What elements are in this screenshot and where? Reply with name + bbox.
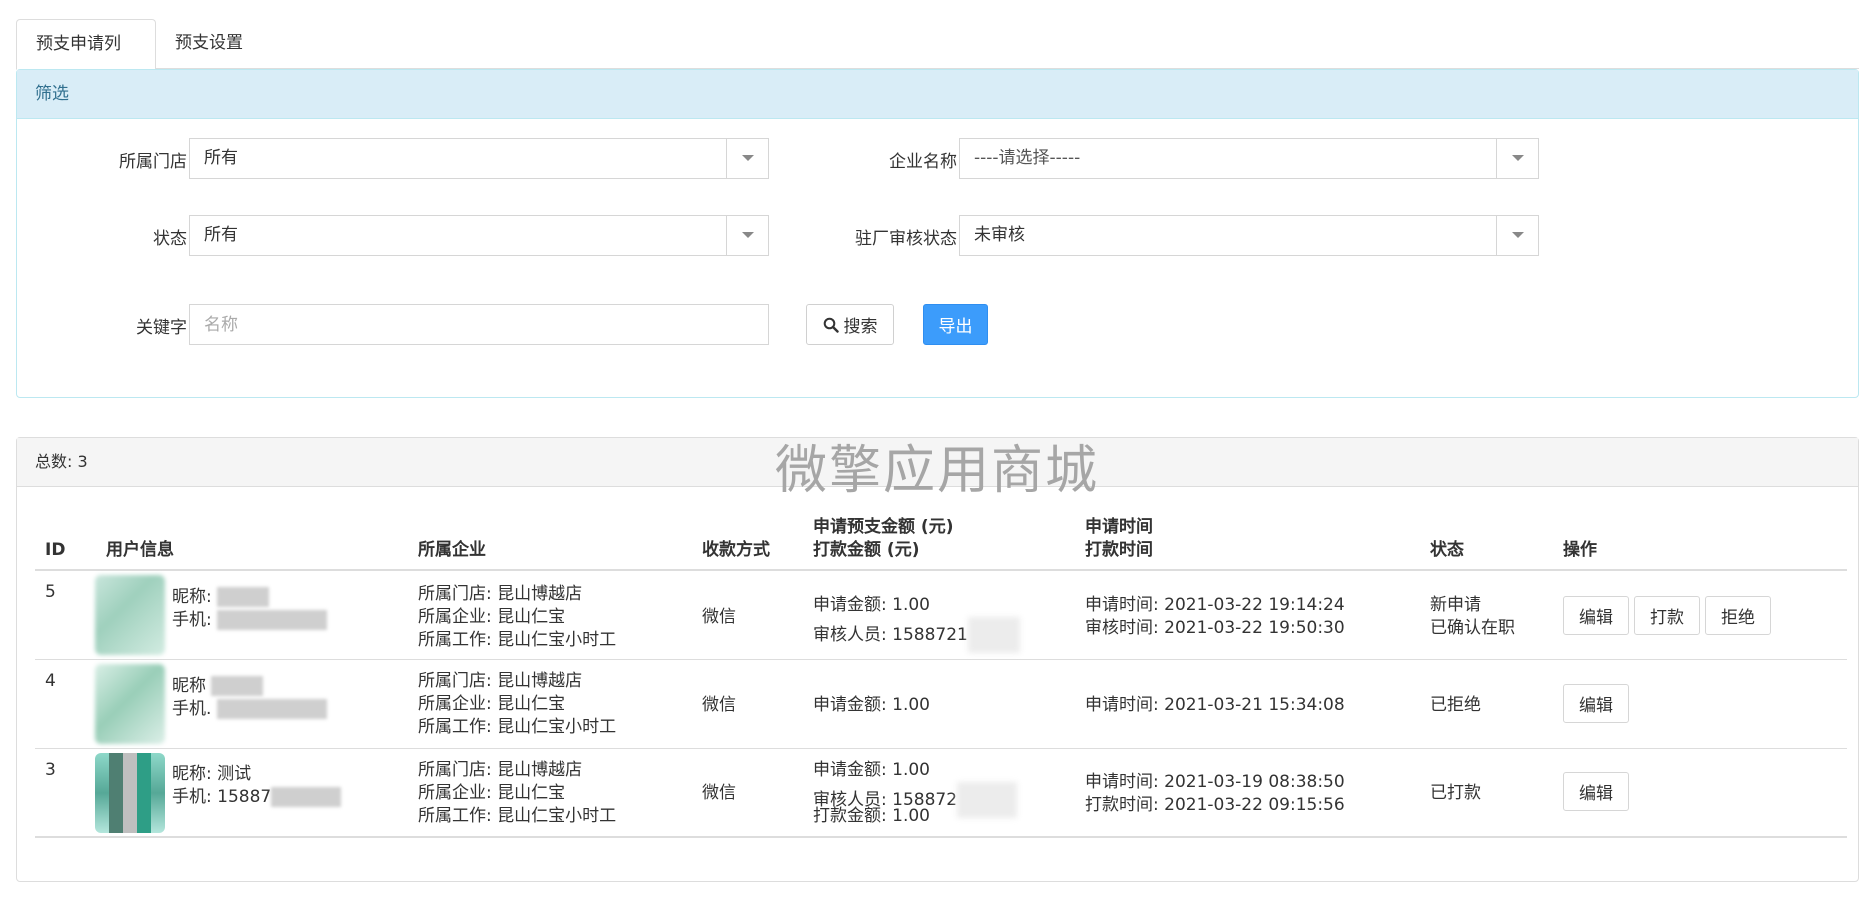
chevron-down-icon <box>1512 155 1524 161</box>
total-count: 总数: 3 <box>17 438 1858 487</box>
requests-table: ID 用户信息 所属企业 收款方式 申请预支金额 (元) 打款金额 (元) 申请… <box>35 505 1847 838</box>
store-label: 所属门店 <box>119 152 187 172</box>
user-phone: 手机: 15887 <box>172 786 342 809</box>
row-store: 所属门店: 昆山博越店 <box>418 584 583 604</box>
chevron-down-icon <box>742 232 754 238</box>
row-id: 4 <box>45 671 56 691</box>
user-phone: 手机: <box>172 609 328 632</box>
row-job: 所属工作: 昆山仁宝小时工 <box>418 806 617 826</box>
pay-button[interactable]: 打款 <box>1634 596 1700 635</box>
avatar <box>95 575 165 655</box>
filter-heading: 筛选 <box>17 70 1858 119</box>
row-id: 5 <box>45 582 56 602</box>
header-request-time: 申请时间 <box>1085 517 1153 537</box>
row-status-detail: 已确认在职 <box>1430 618 1515 638</box>
search-button-label: 搜索 <box>843 317 878 337</box>
reject-button[interactable]: 拒绝 <box>1705 596 1771 635</box>
table-header: ID 用户信息 所属企业 收款方式 申请预支金额 (元) 打款金额 (元) 申请… <box>35 505 1847 571</box>
header-amount-paid: 打款金额 (元) <box>813 540 920 560</box>
company-select[interactable]: ----请选择----- <box>959 138 1539 179</box>
row-pay-method: 微信 <box>702 783 736 803</box>
row-pay-time: 打款时间: 2021-03-22 09:15:56 <box>1085 795 1345 815</box>
store-select[interactable]: 所有 <box>189 138 769 179</box>
row-store: 所属门店: 昆山博越店 <box>418 671 583 691</box>
table-row: 3 昵称: 测试 手机: 15887 所属门店: 昆山博越店 所属企业: 昆山仁… <box>35 749 1847 838</box>
row-paid-amount: 打款金额: 1.00 <box>813 806 930 826</box>
table-row: 5 昵称: 手机: 所属门店: 昆山博越店 所属企业: 昆山仁宝 所属工作: 昆… <box>35 571 1847 660</box>
avatar <box>95 753 165 833</box>
row-amount: 申请金额: 1.00 <box>813 595 930 615</box>
row-company: 所属企业: 昆山仁宝 <box>418 607 566 627</box>
edit-button[interactable]: 编辑 <box>1563 684 1629 723</box>
edit-button[interactable]: 编辑 <box>1563 772 1629 811</box>
row-amount: 申请金额: 1.00 <box>813 695 930 715</box>
row-status: 新申请 <box>1430 595 1481 615</box>
status-select[interactable]: 所有 <box>189 215 769 256</box>
row-request-time: 申请时间: 2021-03-21 15:34:08 <box>1085 695 1345 715</box>
tab-bar: 预支申请列表 预支设置 <box>16 19 1859 102</box>
filter-panel: 筛选 所属门店 所有 企业名称 ----请选择----- 状态 所有 驻厂审核状… <box>16 69 1859 398</box>
user-phone: 手机. <box>172 698 327 721</box>
row-request-time: 申请时间: 2021-03-22 19:14:24 <box>1085 595 1345 615</box>
header-amount-request: 申请预支金额 (元) <box>813 517 954 537</box>
row-job: 所属工作: 昆山仁宝小时工 <box>418 630 617 650</box>
row-pay-method: 微信 <box>702 607 736 627</box>
header-pay-time: 打款时间 <box>1085 540 1153 560</box>
company-label: 企业名称 <box>889 152 957 172</box>
table-row: 4 昵称 手机. 所属门店: 昆山博越店 所属企业: 昆山仁宝 所属工作: 昆山… <box>35 660 1847 749</box>
user-nickname: 昵称: <box>172 586 270 609</box>
user-nickname: 昵称 <box>172 675 264 698</box>
row-status: 已打款 <box>1430 783 1481 803</box>
header-company: 所属企业 <box>418 540 486 560</box>
avatar <box>95 664 165 744</box>
search-button[interactable]: 搜索 <box>806 304 894 345</box>
row-company: 所属企业: 昆山仁宝 <box>418 694 566 714</box>
keyword-input[interactable] <box>189 304 769 345</box>
tab-advance-settings[interactable]: 预支设置 <box>156 19 266 69</box>
audit-status-select[interactable]: 未审核 <box>959 215 1539 256</box>
header-status: 状态 <box>1430 540 1464 560</box>
row-amount: 申请金额: 1.00 <box>813 760 930 780</box>
user-nickname: 昵称: 测试 <box>172 764 252 784</box>
row-store: 所属门店: 昆山博越店 <box>418 760 583 780</box>
chevron-down-icon <box>742 155 754 161</box>
row-review-time: 审核时间: 2021-03-22 19:50:30 <box>1085 618 1345 638</box>
row-reviewer: 审核人员: 1588721 <box>813 617 1020 653</box>
keyword-label: 关键字 <box>136 318 187 338</box>
row-id: 3 <box>45 760 56 780</box>
status-select-value: 所有 <box>204 225 238 245</box>
company-dropdown-arrow[interactable] <box>1496 139 1538 178</box>
header-operations: 操作 <box>1563 540 1597 560</box>
status-label: 状态 <box>153 229 187 249</box>
search-icon <box>823 317 839 333</box>
row-status: 已拒绝 <box>1430 695 1481 715</box>
company-select-value: ----请选择----- <box>974 148 1081 168</box>
row-pay-method: 微信 <box>702 695 736 715</box>
header-pay-method: 收款方式 <box>702 540 770 560</box>
row-company: 所属企业: 昆山仁宝 <box>418 783 566 803</box>
store-dropdown-arrow[interactable] <box>726 139 768 178</box>
export-button[interactable]: 导出 <box>923 304 988 345</box>
audit-status-select-value: 未审核 <box>974 225 1025 245</box>
header-user-info: 用户信息 <box>106 540 174 560</box>
store-select-value: 所有 <box>204 148 238 168</box>
export-button-label: 导出 <box>938 317 973 337</box>
audit-status-label: 驻厂审核状态 <box>855 229 957 249</box>
row-request-time: 申请时间: 2021-03-19 08:38:50 <box>1085 772 1345 792</box>
edit-button[interactable]: 编辑 <box>1563 596 1629 635</box>
audit-dropdown-arrow[interactable] <box>1496 216 1538 255</box>
status-dropdown-arrow[interactable] <box>726 216 768 255</box>
chevron-down-icon <box>1512 232 1524 238</box>
row-job: 所属工作: 昆山仁宝小时工 <box>418 717 617 737</box>
header-id: ID <box>45 540 66 560</box>
tab-advance-requests[interactable]: 预支申请列表 <box>16 19 156 102</box>
